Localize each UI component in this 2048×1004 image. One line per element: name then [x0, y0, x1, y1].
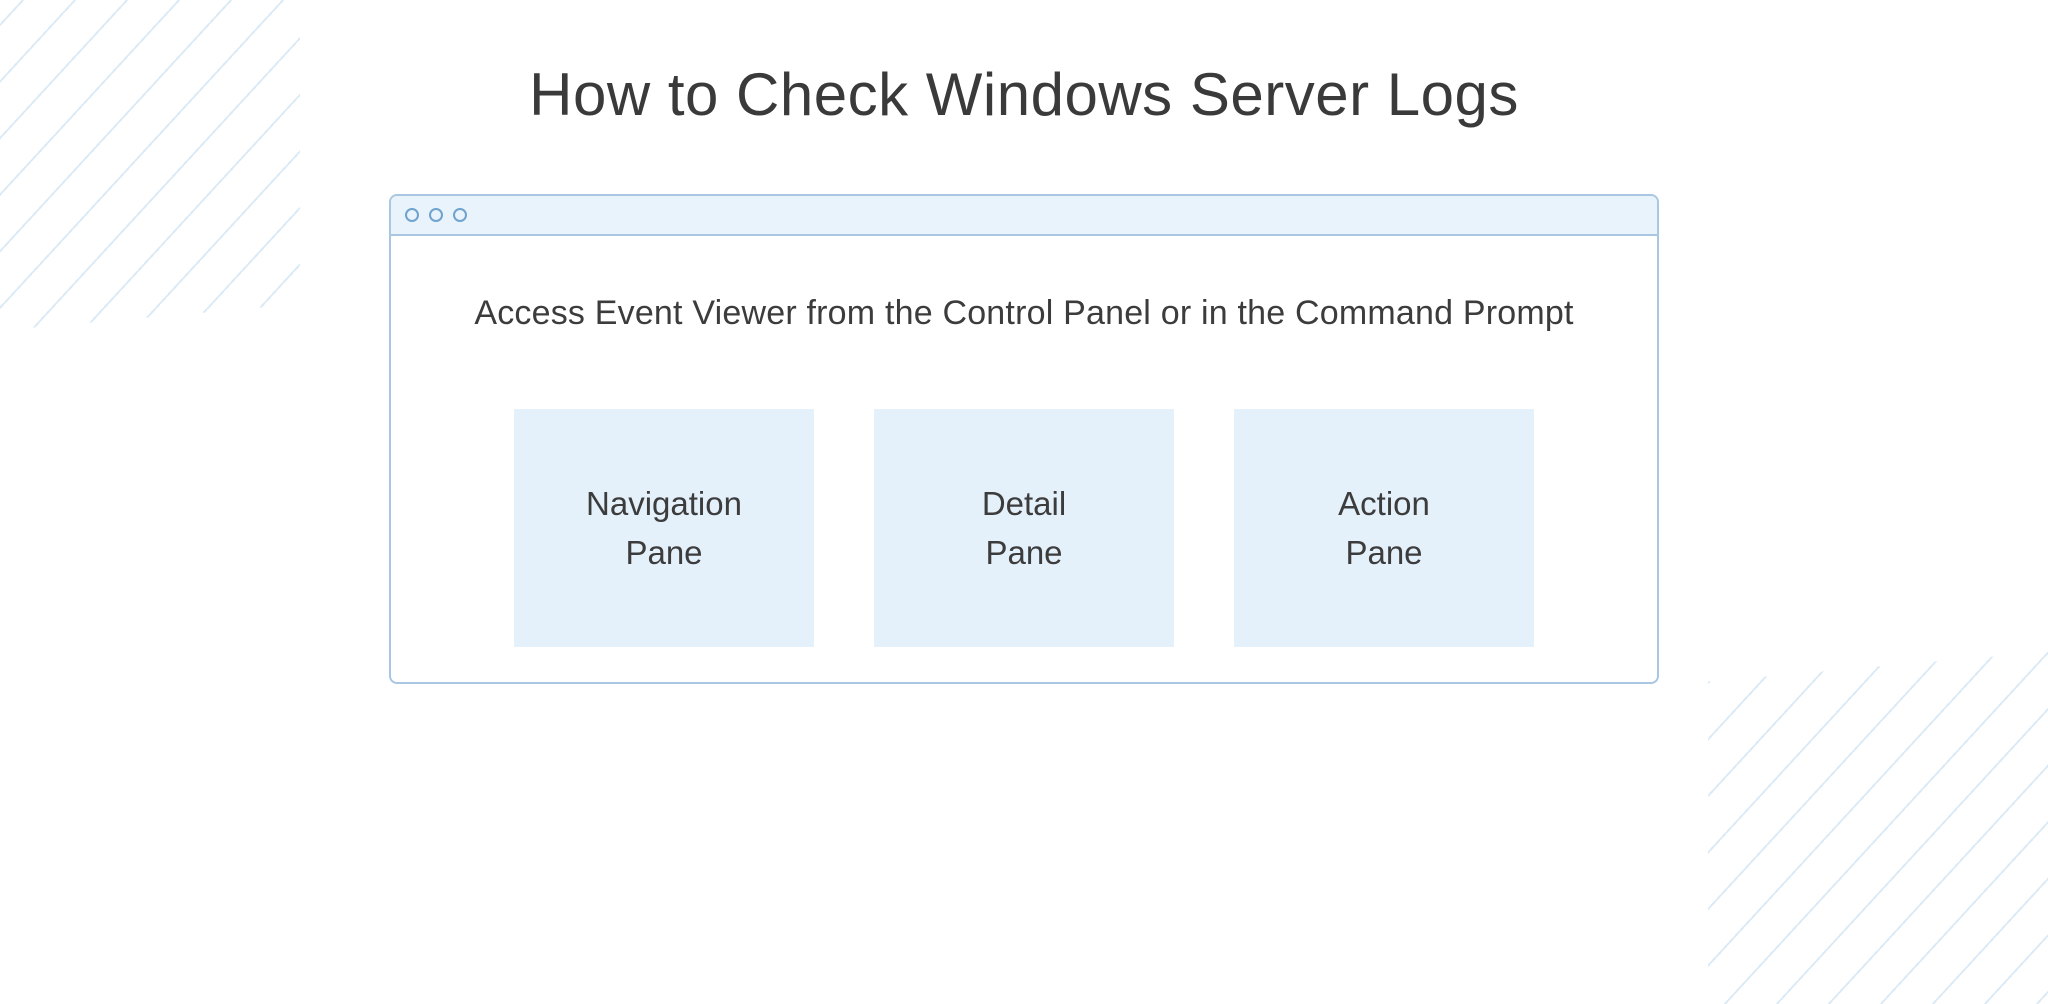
page-title: How to Check Windows Server Logs [0, 60, 2048, 129]
detail-pane-card: Detail Pane [874, 409, 1174, 647]
decorative-lines-top-left [0, 0, 300, 336]
window-titlebar [391, 196, 1657, 236]
pane-row: Navigation Pane Detail Pane Action Pane [431, 409, 1617, 647]
mock-window: Access Event Viewer from the Control Pan… [389, 194, 1659, 684]
pane-label: Action Pane [1338, 479, 1430, 578]
navigation-pane-card: Navigation Pane [514, 409, 814, 647]
window-control-dot-icon [429, 208, 443, 222]
decorative-lines-bottom-right [1708, 647, 2048, 1004]
window-control-dot-icon [453, 208, 467, 222]
pane-label: Navigation Pane [586, 479, 742, 578]
window-control-dot-icon [405, 208, 419, 222]
pane-label: Detail Pane [982, 479, 1066, 578]
action-pane-card: Action Pane [1234, 409, 1534, 647]
window-subtitle: Access Event Viewer from the Control Pan… [474, 294, 1573, 333]
window-body: Access Event Viewer from the Control Pan… [391, 236, 1657, 684]
